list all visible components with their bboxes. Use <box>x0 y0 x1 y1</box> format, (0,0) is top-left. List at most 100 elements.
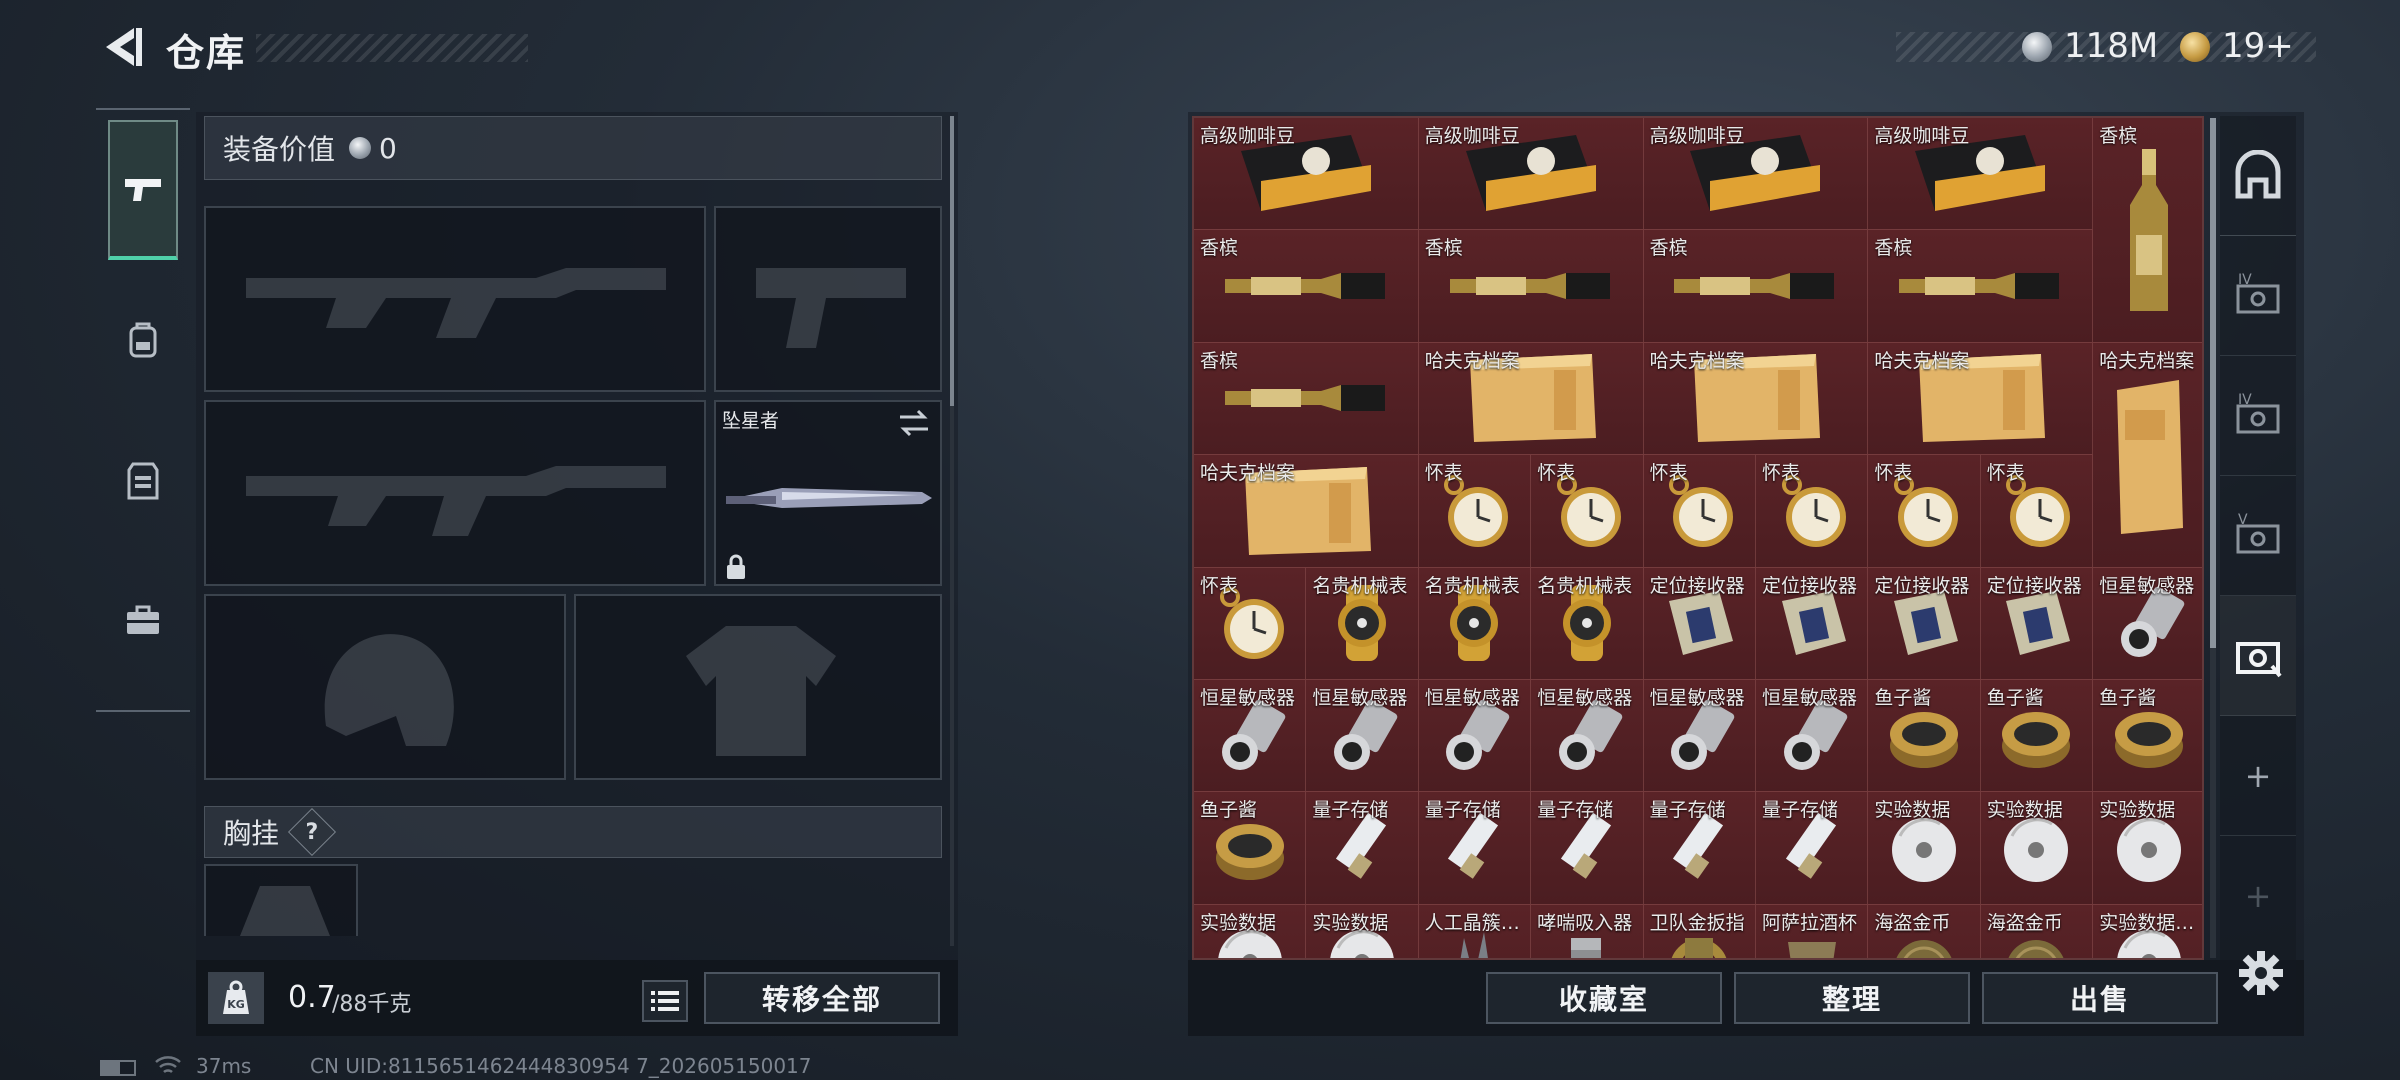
item-name: 量子存储 <box>1762 799 1839 822</box>
sidebar-item-home[interactable] <box>2220 116 2296 236</box>
storage-item[interactable]: 高级咖啡豆 <box>1194 118 1419 231</box>
storage-item[interactable]: 量子存储 <box>1531 792 1644 905</box>
item-name: 名贵机械表 <box>1424 574 1520 597</box>
storage-item[interactable]: 实验数据 <box>1868 792 1981 905</box>
storage-item[interactable]: 海盗金币 <box>1980 904 2094 958</box>
storage-item[interactable]: 高级咖啡豆 <box>1418 118 1644 231</box>
storage-scrollbar[interactable] <box>2210 118 2216 958</box>
storage-item[interactable]: 哈夫克档案 <box>2093 342 2202 568</box>
storage-item[interactable]: 名贵机械表 <box>1418 567 1532 680</box>
storage-item[interactable]: 定位接收器 <box>1643 567 1756 680</box>
chest-rig-slot[interactable] <box>204 864 358 936</box>
storage-item[interactable]: 怀表 <box>1868 455 1981 568</box>
storage-item[interactable]: 恒星敏感器 <box>1194 680 1307 793</box>
storage-item[interactable]: 怀表 <box>1980 455 2094 568</box>
storage-item[interactable]: 恒星敏感器 <box>2093 567 2202 680</box>
sidebar-item-case-3[interactable]: V <box>2220 476 2296 596</box>
storage-item[interactable]: 恒星敏感器 <box>1418 680 1532 793</box>
sidebar-item-case-active[interactable] <box>2220 596 2296 716</box>
back-arrow-icon[interactable] <box>96 22 146 72</box>
storage-item[interactable]: 定位接收器 <box>1980 567 2094 680</box>
storage-item[interactable]: 人工晶簇… <box>1418 904 1532 958</box>
melee-slot[interactable]: 坠星者 <box>714 400 942 586</box>
storage-item[interactable]: 高级咖啡豆 <box>1868 118 2094 231</box>
storage-item[interactable]: 香槟 <box>1643 230 1869 343</box>
storage-item[interactable]: 哈夫克档案 <box>1643 342 1869 456</box>
collection-room-button[interactable]: 收藏室 <box>1486 972 1722 1024</box>
item-name: 怀表 <box>1649 462 1688 485</box>
organize-button[interactable]: 整理 <box>1734 972 1970 1024</box>
storage-item[interactable]: 量子存储 <box>1643 792 1756 905</box>
storage-item[interactable]: 海盗金币 <box>1868 904 1981 958</box>
storage-item[interactable]: 卫队金扳指 <box>1643 904 1756 958</box>
tab-cases[interactable] <box>108 550 178 690</box>
item-name: 定位接收器 <box>1762 574 1858 597</box>
storage-item[interactable]: 实验数据 <box>1306 904 1419 958</box>
case-tier-icon: V <box>2236 512 2280 553</box>
storage-item[interactable]: 怀表 <box>1643 455 1756 568</box>
helmet-silhouette-icon <box>324 634 454 746</box>
storage-item[interactable]: 量子存储 <box>1306 792 1419 905</box>
sidebar-item-case-2[interactable]: IV <box>2220 356 2296 476</box>
list-view-button[interactable] <box>642 980 688 1022</box>
storage-item[interactable]: 怀表 <box>1194 567 1307 680</box>
storage-item[interactable]: 恒星敏感器 <box>1756 680 1869 793</box>
weight-max: /88千克 <box>332 992 412 1017</box>
tab-backpack[interactable] <box>108 270 178 410</box>
storage-item[interactable]: 香槟 <box>1418 230 1644 343</box>
storage-item[interactable]: 哈夫克档案 <box>1418 342 1644 456</box>
storage-item[interactable]: 实验数据 <box>2093 792 2202 905</box>
storage-item[interactable]: 名贵机械表 <box>1531 567 1644 680</box>
storage-item[interactable]: 量子存储 <box>1418 792 1532 905</box>
item-name: 鱼子酱 <box>1200 799 1258 822</box>
storage-item[interactable]: 哈夫克档案 <box>1868 342 2094 456</box>
item-name: 海盗金币 <box>1874 911 1951 934</box>
primary-weapon-slot[interactable] <box>204 206 706 392</box>
storage-item[interactable]: 哮喘吸入器 <box>1531 904 1644 958</box>
swap-icon[interactable] <box>896 408 932 438</box>
storage-item[interactable]: 实验数据 <box>1980 792 2094 905</box>
storage-item[interactable]: 名贵机械表 <box>1306 567 1419 680</box>
storage-item[interactable]: 怀表 <box>1756 455 1869 568</box>
secondary-rifle-slot[interactable] <box>204 400 706 586</box>
loadout-scrollbar[interactable] <box>950 116 954 946</box>
storage-item[interactable]: 香槟 <box>1868 230 2094 343</box>
transfer-all-button[interactable]: 转移全部 <box>704 972 940 1024</box>
storage-item[interactable]: 怀表 <box>1531 455 1644 568</box>
storage-item[interactable]: 定位接收器 <box>1868 567 1981 680</box>
storage-item[interactable]: 实验数据… <box>2093 904 2202 958</box>
helmet-slot[interactable] <box>204 594 566 780</box>
secondary-weapon-slot[interactable] <box>714 206 942 392</box>
body-armor-slot[interactable] <box>574 594 942 780</box>
storage-item[interactable]: 实验数据 <box>1194 904 1307 958</box>
item-name: 鱼子酱 <box>2099 687 2157 709</box>
storage-item[interactable]: 香槟 <box>1194 230 1419 343</box>
sell-button[interactable]: 出售 <box>1982 972 2218 1024</box>
help-icon[interactable]: ? <box>287 807 337 857</box>
item-name: 量子存储 <box>1649 799 1726 822</box>
storage-item[interactable]: 阿萨拉酒杯 <box>1756 904 1869 958</box>
storage-item[interactable]: 定位接收器 <box>1756 567 1869 680</box>
storage-item[interactable]: 高级咖啡豆 <box>1643 118 1869 231</box>
storage-item[interactable]: 哈夫克档案 <box>1194 455 1419 568</box>
item-name: 怀表 <box>1537 462 1576 485</box>
add-container-button[interactable]: + <box>2220 716 2296 836</box>
storage-item[interactable]: 恒星敏感器 <box>1306 680 1419 793</box>
storage-item[interactable]: 香槟 <box>2093 118 2202 343</box>
storage-item[interactable]: 恒星敏感器 <box>1531 680 1644 793</box>
settings-gear-icon[interactable] <box>2238 950 2284 996</box>
storage-item[interactable]: 怀表 <box>1418 455 1532 568</box>
storage-item[interactable]: 香槟 <box>1194 342 1419 456</box>
storage-item[interactable]: 量子存储 <box>1756 792 1869 905</box>
storage-grid[interactable]: 高级咖啡豆 高级咖啡豆 高级咖啡豆 高级咖啡豆 香槟 香槟 香槟 香槟 香槟 香槟 哈夫克档案 哈夫克… <box>1192 116 2204 960</box>
storage-item[interactable]: 鱼子酱 <box>1868 680 1981 793</box>
currency-amount: 118M <box>2064 26 2159 66</box>
storage-item[interactable]: 鱼子酱 <box>1980 680 2094 793</box>
storage-item[interactable]: 鱼子酱 <box>1194 792 1307 905</box>
item-name: 阿萨拉酒杯 <box>1762 911 1858 934</box>
tab-weapons[interactable] <box>108 120 178 260</box>
storage-item[interactable]: 恒星敏感器 <box>1643 680 1756 793</box>
sidebar-item-case-1[interactable]: IV <box>2220 236 2296 356</box>
tab-armor[interactable] <box>108 410 178 550</box>
storage-item[interactable]: 鱼子酱 <box>2093 680 2202 793</box>
